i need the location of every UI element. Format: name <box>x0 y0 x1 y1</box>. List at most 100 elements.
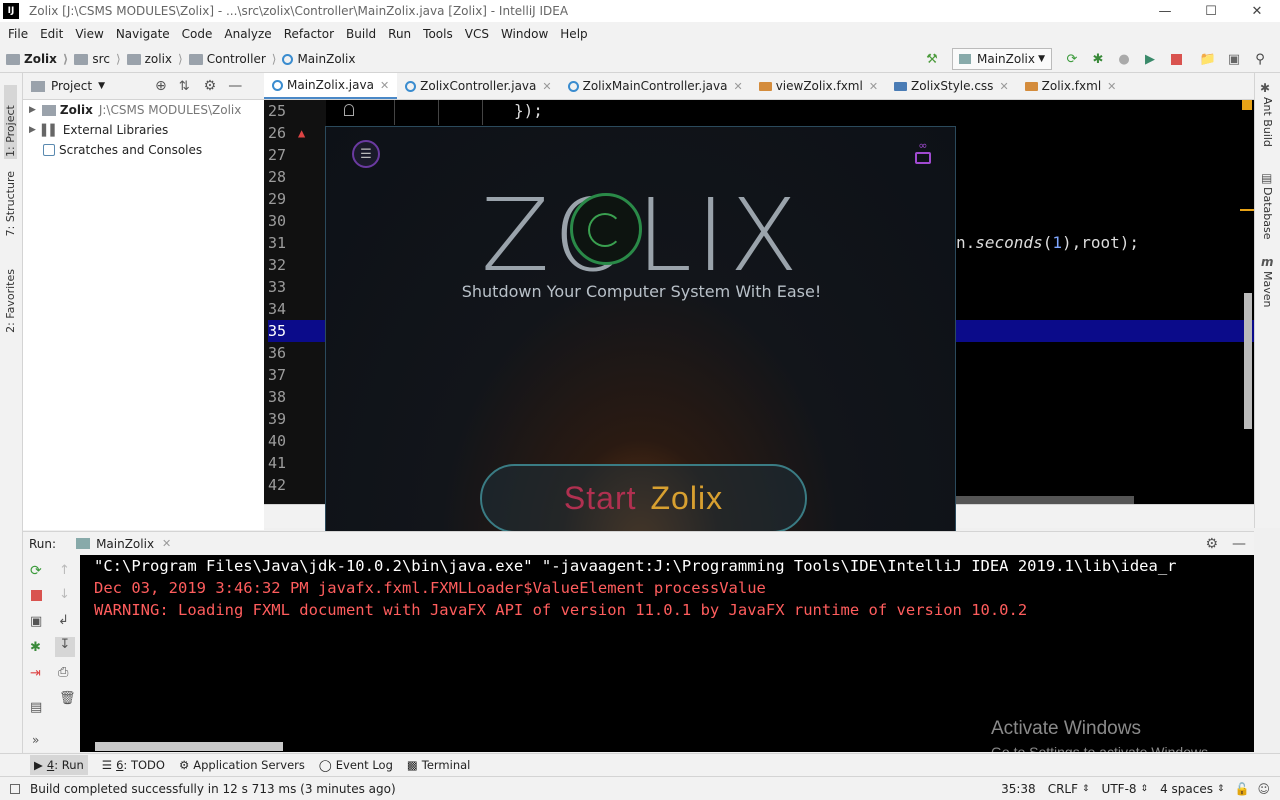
tool-tab-structure[interactable]: 7: Structure <box>4 171 17 236</box>
tool-tab-project[interactable]: 1: Project <box>4 85 17 159</box>
breadcrumb-src[interactable]: src ⟩ <box>74 52 121 66</box>
tab-zolixmaincontroller[interactable]: ZolixMainController.java ✕ <box>560 73 751 99</box>
tree-node-project[interactable]: ▶ Zolix J:\CSMS MODULES\Zolix <box>23 100 241 120</box>
expand-arrow-icon[interactable]: ▶ <box>29 105 36 115</box>
more-icon[interactable]: » <box>32 733 39 747</box>
stop-icon[interactable] <box>1168 51 1184 67</box>
error-stripe-marker[interactable] <box>1240 209 1254 211</box>
tree-node-scratches[interactable]: Scratches and Consoles <box>23 140 202 160</box>
project-view-select[interactable]: Project <box>51 79 92 93</box>
hide-panel-icon[interactable]: — <box>228 78 242 94</box>
layout-icon[interactable]: ▣ <box>1226 51 1242 67</box>
run-configuration-select[interactable]: MainZolix ▼ <box>952 48 1052 70</box>
print-icon[interactable]: ⎙ <box>58 665 68 680</box>
scroll-to-end-icon[interactable]: ↧ <box>55 637 75 657</box>
tool-tab-app-servers[interactable]: ⚙ Application Servers <box>179 758 305 772</box>
menu-view[interactable]: View <box>69 27 109 41</box>
lock-icon[interactable]: 🔓 <box>1235 782 1250 796</box>
close-tab-icon[interactable]: ✕ <box>380 79 389 92</box>
console-output[interactable]: "C:\Program Files\Java\jdk-10.0.2\bin\ja… <box>80 555 1254 752</box>
tab-viewzolix-fxml[interactable]: viewZolix.fxml ✕ <box>751 73 886 99</box>
layout-icon[interactable]: ▤ <box>30 700 42 715</box>
status-panel-icon[interactable] <box>10 783 20 794</box>
line-separator[interactable]: CRLF <box>1048 782 1078 796</box>
close-tab-icon[interactable]: ✕ <box>869 80 878 93</box>
close-tab-icon[interactable]: ✕ <box>733 80 742 93</box>
hamburger-menu-icon[interactable]: ☰ <box>352 140 380 168</box>
menu-help[interactable]: Help <box>554 27 593 41</box>
menu-run[interactable]: Run <box>382 27 417 41</box>
tab-mainzolix[interactable]: MainZolix.java ✕ <box>264 73 398 99</box>
console-scrollbar[interactable] <box>95 742 283 751</box>
tool-tab-todo[interactable]: ☰ 6: TODO <box>102 758 165 772</box>
rerun-icon[interactable]: ⟳ <box>30 563 42 579</box>
rerun-icon[interactable]: ⟳ <box>1064 51 1080 67</box>
menu-edit[interactable]: Edit <box>34 27 69 41</box>
wifi-icon[interactable]: ∞ <box>909 139 937 169</box>
arrow-up-icon[interactable]: ↑ <box>59 563 70 578</box>
arrow-down-icon[interactable]: ↓ <box>59 587 70 602</box>
close-tab-icon[interactable]: ✕ <box>162 537 171 550</box>
cursor-position[interactable]: 35:38 <box>1001 782 1036 796</box>
expand-arrow-icon[interactable]: ▶ <box>29 125 36 135</box>
run-tab-mainzolix[interactable]: MainZolix <box>96 537 154 551</box>
tool-tab-favorites[interactable]: 2: Favorites <box>4 269 17 333</box>
soft-wrap-icon[interactable]: ↲ <box>58 613 69 628</box>
menu-analyze[interactable]: Analyze <box>218 27 277 41</box>
tree-node-libraries[interactable]: ▶ ▌▌ External Libraries <box>23 120 168 140</box>
menu-code[interactable]: Code <box>176 27 219 41</box>
exit-icon[interactable]: ⇥ <box>30 666 41 681</box>
tool-tab-run[interactable]: ▶ 4: Run <box>30 755 88 775</box>
tool-tab-ant-build[interactable]: Ant Build <box>1261 97 1274 147</box>
menu-refactor[interactable]: Refactor <box>278 27 340 41</box>
stop-icon[interactable] <box>31 590 42 601</box>
close-tab-icon[interactable]: ✕ <box>999 80 1008 93</box>
hide-panel-icon[interactable]: — <box>1232 536 1246 552</box>
collapse-all-icon[interactable]: ⇅ <box>179 79 190 94</box>
menu-navigate[interactable]: Navigate <box>110 27 176 41</box>
breadcrumb-controller[interactable]: Controller ⟩ <box>188 52 276 66</box>
fold-marker-icon[interactable] <box>344 104 354 116</box>
chevron-down-icon[interactable]: ▼ <box>98 81 105 91</box>
gear-icon[interactable]: ⚙ <box>204 78 217 94</box>
locate-icon[interactable]: ⊕ <box>155 78 167 94</box>
breadcrumb-class[interactable]: MainZolix <box>282 52 355 66</box>
warning-marker-icon[interactable] <box>1242 100 1252 110</box>
file-encoding[interactable]: UTF-8 <box>1102 782 1137 796</box>
menu-file[interactable]: File <box>2 27 34 41</box>
close-tab-icon[interactable]: ✕ <box>542 80 551 93</box>
breadcrumb-project[interactable]: Zolix ⟩ <box>6 52 68 66</box>
tool-tab-maven[interactable]: Maven <box>1261 271 1274 307</box>
menu-build[interactable]: Build <box>340 27 382 41</box>
override-marker-icon[interactable]: ▲ <box>298 126 305 140</box>
close-button[interactable]: ✕ <box>1234 0 1280 22</box>
gear-icon[interactable]: ⚙ <box>1205 536 1218 552</box>
menu-vcs[interactable]: VCS <box>459 27 495 41</box>
menu-tools[interactable]: Tools <box>417 27 459 41</box>
vertical-scrollbar[interactable] <box>1244 293 1252 429</box>
minimize-button[interactable]: — <box>1142 0 1188 22</box>
horizontal-scrollbar[interactable] <box>956 496 1134 504</box>
close-tab-icon[interactable]: ✕ <box>1107 80 1116 93</box>
maximize-button[interactable]: ☐ <box>1188 0 1234 22</box>
indent-setting[interactable]: 4 spaces <box>1160 782 1213 796</box>
breadcrumb-package[interactable]: zolix ⟩ <box>126 52 183 66</box>
inspector-icon[interactable]: ☺ <box>1257 782 1270 796</box>
camera-icon[interactable]: ▣ <box>30 614 42 629</box>
trash-icon[interactable]: 🗑 <box>59 691 76 706</box>
profile-icon[interactable]: ▶ <box>1142 51 1158 67</box>
menu-window[interactable]: Window <box>495 27 554 41</box>
debug-icon[interactable]: ✱ <box>1090 51 1106 67</box>
project-structure-icon[interactable]: 📁 <box>1200 51 1216 67</box>
tab-zolixcontroller[interactable]: ZolixController.java ✕ <box>397 73 559 99</box>
search-icon[interactable]: ⚲ <box>1252 51 1268 67</box>
coverage-icon[interactable]: ● <box>1116 51 1132 67</box>
tool-tab-terminal[interactable]: ▩ Terminal <box>407 758 470 772</box>
tool-tab-event-log[interactable]: ◯ Event Log <box>319 758 393 772</box>
tab-zolixstyle-css[interactable]: ZolixStyle.css ✕ <box>886 73 1017 99</box>
debug-icon[interactable]: ✱ <box>30 640 41 655</box>
build-hammer-icon[interactable]: ⚒ <box>924 51 940 67</box>
tab-zolix-fxml[interactable]: Zolix.fxml ✕ <box>1017 73 1125 99</box>
tool-tab-database[interactable]: Database <box>1261 187 1274 240</box>
start-zolix-button[interactable]: Start Zolix <box>480 464 807 533</box>
